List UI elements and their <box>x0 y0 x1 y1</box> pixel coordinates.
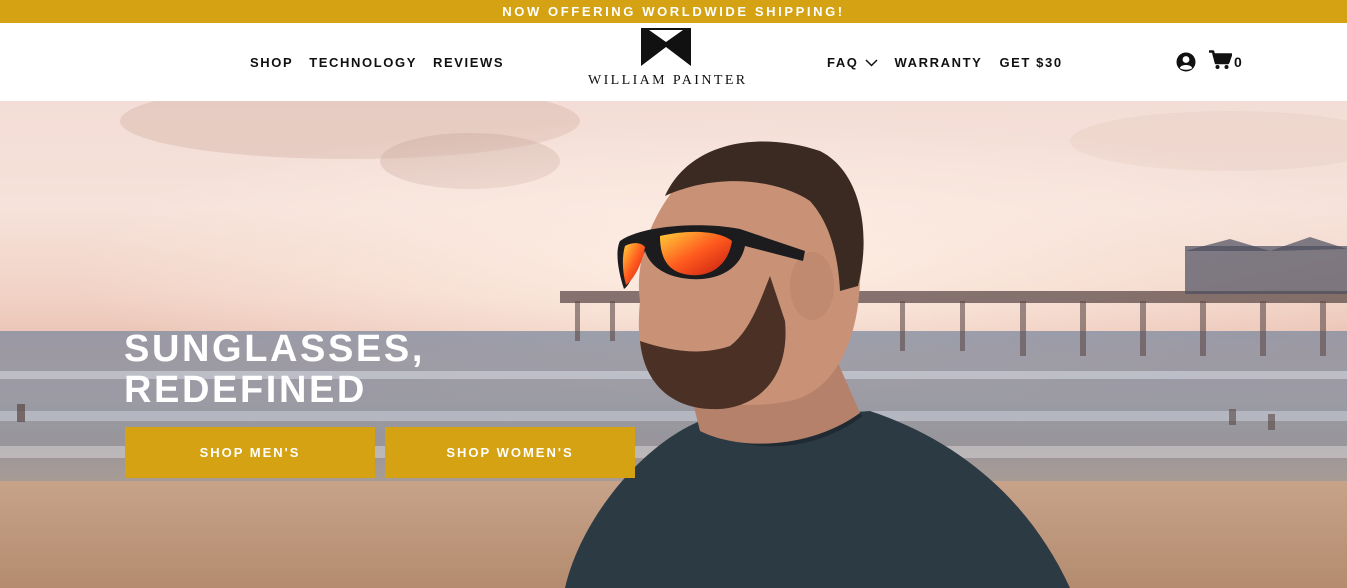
cart-button[interactable]: 0 <box>1209 49 1242 75</box>
user-circle-icon[interactable] <box>1176 52 1196 72</box>
announcement-text: NOW OFFERING WORLDWIDE SHIPPING! <box>502 4 845 19</box>
hero-banner: SUNGLASSES, REDEFINED SHOP MEN'S SHOP WO… <box>0 101 1347 588</box>
nav-faq[interactable]: FAQ <box>827 55 878 70</box>
brand-name: WILLIAM PAINTER <box>588 73 748 88</box>
chevron-down-icon <box>865 55 878 70</box>
secondary-nav: FAQ WARRANTY GET $30 <box>827 23 1063 101</box>
cart-icon <box>1209 49 1233 75</box>
hero-headline: SUNGLASSES, REDEFINED <box>124 329 425 411</box>
nav-reviews[interactable]: REVIEWS <box>433 55 504 70</box>
announcement-bar: NOW OFFERING WORLDWIDE SHIPPING! <box>0 0 1347 23</box>
site-header: SHOP TECHNOLOGY REVIEWS WILLIAM PAINTER … <box>0 23 1347 101</box>
primary-nav: SHOP TECHNOLOGY REVIEWS <box>250 23 504 101</box>
cart-count: 0 <box>1234 54 1242 70</box>
shop-mens-button[interactable]: SHOP MEN'S <box>125 427 375 478</box>
nav-faq-label: FAQ <box>827 54 859 70</box>
nav-shop[interactable]: SHOP <box>250 55 293 70</box>
nav-get-30[interactable]: GET $30 <box>999 55 1062 70</box>
hero-headline-line2: REDEFINED <box>124 369 367 411</box>
hero-headline-line1: SUNGLASSES, <box>124 328 425 370</box>
bowtie-logo-icon <box>640 28 691 66</box>
brand-logo[interactable]: WILLIAM PAINTER <box>588 28 748 94</box>
nav-technology[interactable]: TECHNOLOGY <box>309 55 417 70</box>
nav-warranty[interactable]: WARRANTY <box>895 55 983 70</box>
header-actions: 0 <box>1176 23 1242 101</box>
shop-womens-button[interactable]: SHOP WOMEN'S <box>385 427 635 478</box>
